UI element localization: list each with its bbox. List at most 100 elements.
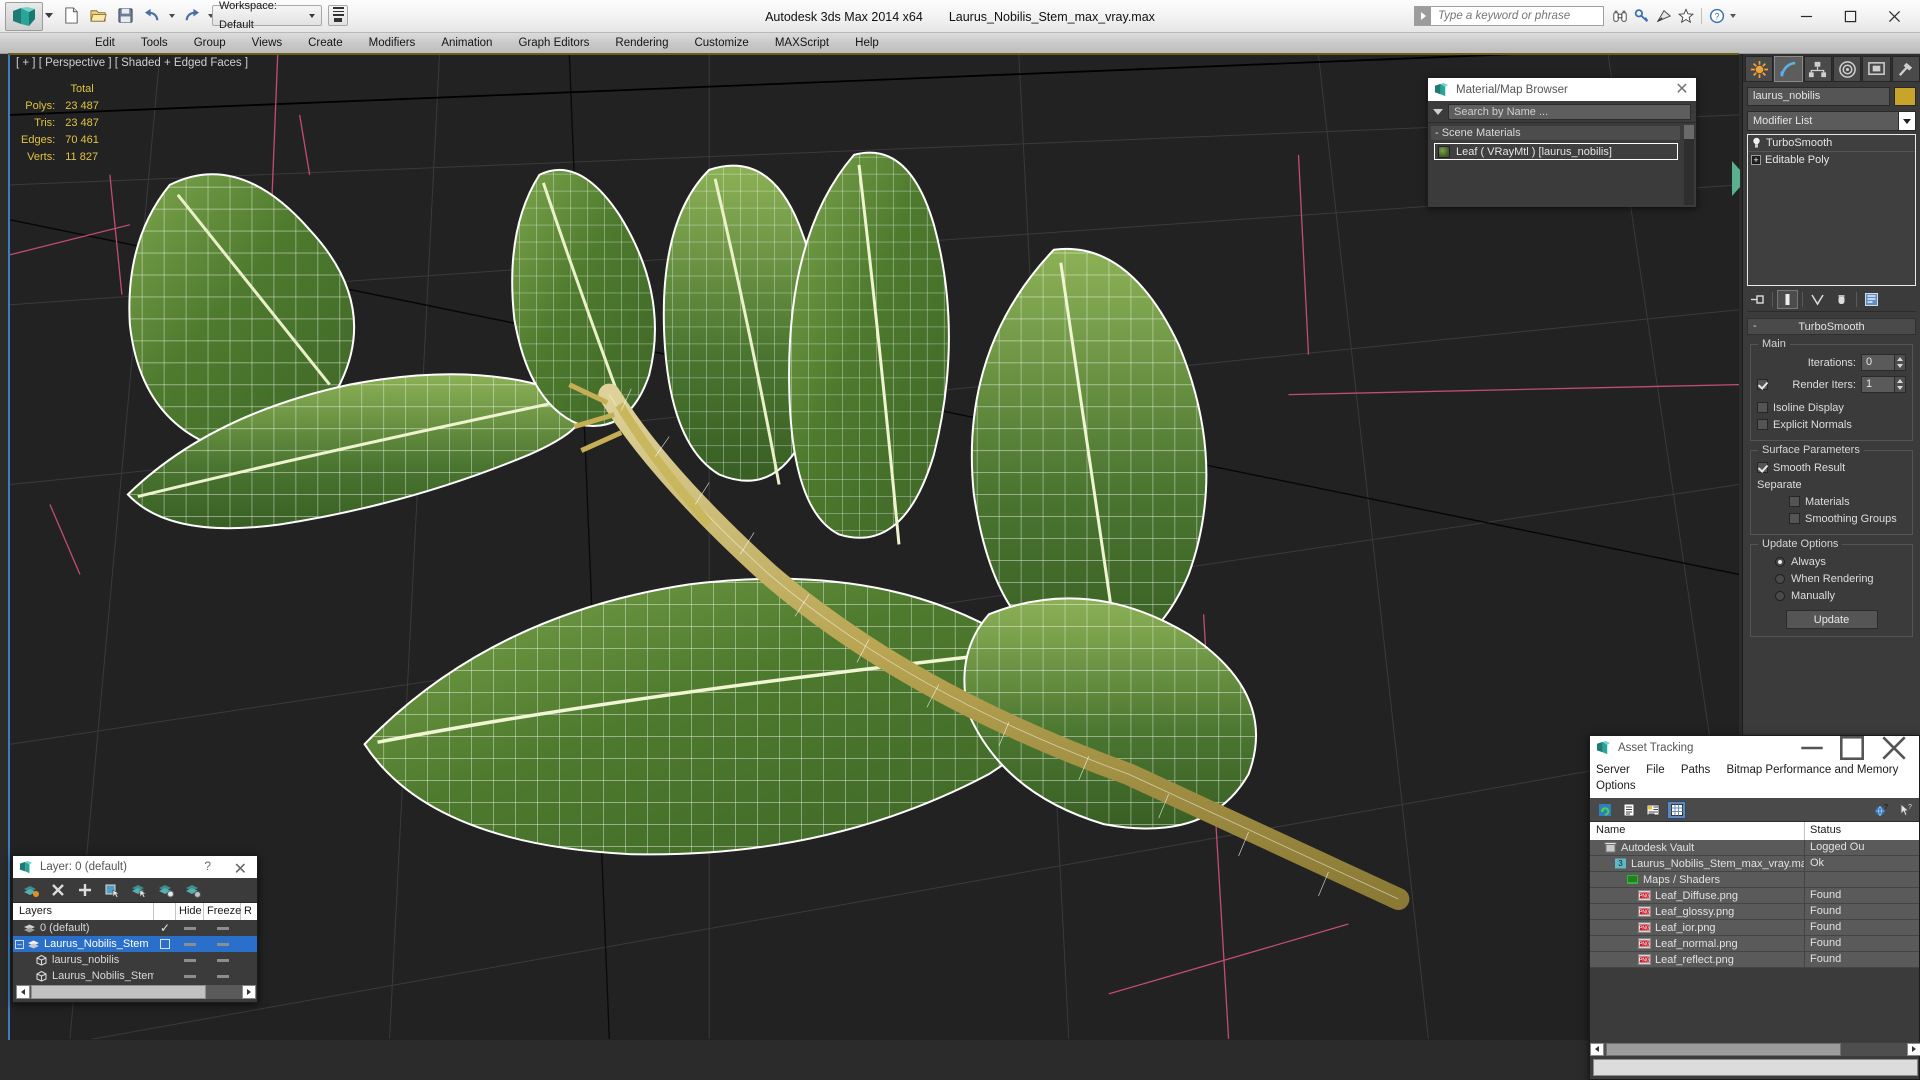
smooth-result-checkbox[interactable] xyxy=(1757,462,1768,473)
scrollbar-track[interactable] xyxy=(30,985,242,999)
close-asset-button[interactable] xyxy=(1879,736,1909,760)
scene-materials-group-header[interactable]: - Scene Materials xyxy=(1430,125,1681,141)
minimize-asset-button[interactable] xyxy=(1797,736,1827,760)
expand-plus-icon[interactable]: + xyxy=(1751,155,1761,165)
column-header-hide[interactable]: Hide xyxy=(176,903,204,920)
scrollbar-track[interactable] xyxy=(1604,1042,1907,1056)
menu-item-customize[interactable]: Customize xyxy=(681,33,761,53)
explicit-normals-row[interactable]: Explicit Normals xyxy=(1757,416,1906,433)
help-globe-button[interactable]: ? xyxy=(1871,801,1890,819)
collapse-minus-icon[interactable]: - xyxy=(1753,320,1757,332)
material-browser-scrollbar[interactable] xyxy=(1684,125,1694,205)
hide-toggle[interactable] xyxy=(184,942,196,946)
tab-display[interactable] xyxy=(1862,56,1891,82)
chevron-down-icon[interactable] xyxy=(1898,112,1915,130)
app-logo-button[interactable] xyxy=(5,2,43,31)
update-always-radio[interactable] xyxy=(1775,556,1785,567)
scroll-left-button[interactable] xyxy=(1590,1042,1604,1056)
scroll-right-button[interactable] xyxy=(1907,1042,1920,1056)
explicit-normals-checkbox[interactable] xyxy=(1757,419,1768,430)
current-layer-check-icon[interactable]: ✓ xyxy=(160,921,170,935)
separate-materials-row[interactable]: Materials xyxy=(1757,493,1906,510)
list-view-button[interactable] xyxy=(1619,801,1638,819)
table-row[interactable]: Autodesk Vault Logged Ou xyxy=(1590,840,1919,856)
hide-toggle[interactable] xyxy=(184,974,196,978)
column-header-layers[interactable]: Layers xyxy=(13,903,154,920)
pin-stack-button[interactable] xyxy=(1747,290,1768,309)
subscription-center-button[interactable] xyxy=(1632,6,1652,26)
isoline-display-row[interactable]: Isoline Display xyxy=(1757,399,1906,416)
detail-view-button[interactable] xyxy=(1643,801,1662,819)
app-menu-caret-icon[interactable] xyxy=(45,13,53,18)
help-cursor-button[interactable]: ? xyxy=(1895,801,1914,819)
viewport-label[interactable]: [ + ] [ Perspective ] [ Shaded + Edged F… xyxy=(16,57,248,69)
select-objects-in-layer-button[interactable] xyxy=(103,882,120,899)
separate-smoothing-checkbox[interactable] xyxy=(1789,513,1800,524)
tab-create[interactable] xyxy=(1745,56,1774,82)
column-header-freeze[interactable]: Freeze xyxy=(204,903,241,920)
asset-menu-file[interactable]: File xyxy=(1646,764,1665,776)
make-unique-button[interactable] xyxy=(1807,290,1828,309)
menu-item-animation[interactable]: Animation xyxy=(428,33,505,53)
delete-layer-button[interactable] xyxy=(49,882,66,899)
tab-motion[interactable] xyxy=(1832,56,1862,82)
info-center-button[interactable] xyxy=(1610,6,1630,26)
show-end-result-button[interactable] xyxy=(1777,289,1798,309)
iterations-input[interactable]: 0 xyxy=(1861,354,1895,371)
scroll-right-button[interactable] xyxy=(242,985,256,999)
material-search-input[interactable]: Search by Name ... xyxy=(1448,103,1691,120)
close-window-button[interactable] xyxy=(1872,2,1916,32)
search-box[interactable] xyxy=(1414,6,1604,26)
table-row[interactable]: Maps / Shaders xyxy=(1590,872,1919,888)
column-header-status[interactable]: Status xyxy=(1805,822,1919,840)
search-dropdown-button[interactable] xyxy=(1415,7,1431,25)
table-row[interactable]: PNG Leaf_Diffuse.png Found xyxy=(1590,888,1919,904)
workspace-more-button[interactable] xyxy=(328,5,348,26)
minimize-window-button[interactable] xyxy=(1784,2,1828,32)
list-item[interactable]: 0 (default) ✓ xyxy=(13,920,257,936)
column-header-name[interactable]: Name xyxy=(1590,822,1805,840)
update-when-rendering-radio[interactable] xyxy=(1775,573,1785,584)
add-selection-to-layer-button[interactable] xyxy=(76,882,93,899)
modifier-stack[interactable]: TurboSmooth + Editable Poly xyxy=(1747,134,1916,286)
freeze-toggle[interactable] xyxy=(216,942,229,946)
object-color-swatch[interactable] xyxy=(1894,87,1916,106)
tab-modify[interactable] xyxy=(1774,56,1803,82)
viewport-expand-arrow[interactable] xyxy=(1732,161,1740,196)
menu-item-edit[interactable]: Edit xyxy=(82,33,128,53)
hide-toggle[interactable] xyxy=(184,958,196,962)
undo-button[interactable] xyxy=(139,3,165,28)
layer-dialog[interactable]: Layer: 0 (default) ? ✕ Layers Hide Freez… xyxy=(12,855,258,1003)
menu-item-maxscript[interactable]: MAXScript xyxy=(762,33,842,53)
scrollbar-thumb[interactable] xyxy=(1606,1042,1841,1056)
update-always-row[interactable]: Always xyxy=(1757,553,1906,570)
current-layer-checkbox[interactable] xyxy=(160,939,170,949)
render-iters-input[interactable]: 1 xyxy=(1861,376,1895,393)
menu-item-graph-editors[interactable]: Graph Editors xyxy=(505,33,602,53)
material-map-browser-window[interactable]: Material/Map Browser ✕ Search by Name ..… xyxy=(1427,77,1697,207)
asset-tracking-horizontal-scrollbar[interactable] xyxy=(1590,1042,1920,1056)
favorites-button[interactable] xyxy=(1676,6,1696,26)
column-header-current[interactable] xyxy=(154,903,176,920)
grid-view-button[interactable] xyxy=(1667,800,1686,819)
menu-item-create[interactable]: Create xyxy=(295,33,356,53)
column-header-render[interactable]: R xyxy=(241,903,257,920)
workspace-selector[interactable]: Workspace: Default xyxy=(212,0,322,31)
freeze-toggle[interactable] xyxy=(216,974,229,978)
communication-center-button[interactable] xyxy=(1654,6,1674,26)
menu-item-rendering[interactable]: Rendering xyxy=(602,33,681,53)
open-file-button[interactable] xyxy=(85,3,111,28)
separate-materials-checkbox[interactable] xyxy=(1789,496,1800,507)
undo-dropdown[interactable] xyxy=(166,3,177,28)
iterations-spinner[interactable] xyxy=(1895,354,1906,371)
asset-menu-options[interactable]: Options xyxy=(1596,780,1636,792)
layer-dialog-help-button[interactable]: ? xyxy=(204,859,211,873)
scroll-left-button[interactable] xyxy=(16,985,30,999)
layer-properties-button[interactable] xyxy=(184,882,201,899)
render-iters-checkbox[interactable] xyxy=(1757,379,1768,390)
highlight-selected-objects-layer-button[interactable] xyxy=(157,882,174,899)
hide-toggle[interactable] xyxy=(184,926,196,930)
asset-menu-bitmap[interactable]: Bitmap Performance and Memory xyxy=(1726,764,1898,776)
tab-utilities[interactable] xyxy=(1891,56,1920,82)
table-row[interactable]: PNG Leaf_reflect.png Found xyxy=(1590,952,1919,968)
